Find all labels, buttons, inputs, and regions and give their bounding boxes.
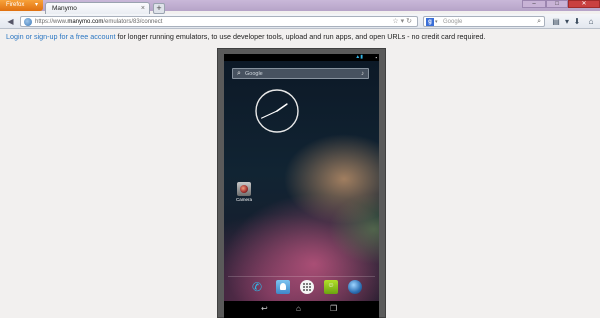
camera-app-label: Camera <box>235 197 252 202</box>
url-domain: manymo.com <box>67 19 104 25</box>
app-dock: ✆ ☺ <box>224 280 379 296</box>
people-icon[interactable] <box>276 280 290 294</box>
analog-clock-widget[interactable] <box>254 88 300 134</box>
search-magnifier-icon[interactable]: ⌕ <box>537 17 541 27</box>
all-apps-icon[interactable] <box>300 280 314 294</box>
home-icon[interactable]: ⌂ <box>296 304 301 314</box>
menu-caret-icon: ▾ <box>34 2 38 8</box>
close-window-button[interactable]: ✕ <box>568 0 600 8</box>
maximize-button[interactable]: □ <box>546 0 568 8</box>
notice-text: for longer running emulators, to use dev… <box>115 32 486 41</box>
url-prefix: https://www. <box>35 19 68 25</box>
firefox-menu-button[interactable]: Firefox ▾ <box>0 0 43 11</box>
browser-icon[interactable] <box>348 280 362 294</box>
emulator-screen[interactable]: ▲▮ ▪ ⌕ Google ♪ Camera ✆ ☺ ↩ ⌂ ❐ <box>224 54 379 318</box>
search-icon: ⌕ <box>237 70 241 77</box>
back-icon[interactable]: ↩ <box>261 304 268 314</box>
clock-minute-hand <box>261 110 278 119</box>
recent-apps-icon[interactable]: ❐ <box>330 304 337 314</box>
google-search-widget[interactable]: ⌕ Google ♪ <box>232 68 369 79</box>
camera-app-shortcut[interactable]: Camera <box>234 182 254 203</box>
downloads-icon[interactable]: ⬇ <box>571 16 583 27</box>
google-search-label: Google <box>245 71 263 77</box>
search-engine-icon[interactable]: g <box>426 18 434 26</box>
android-navigation-bar: ↩ ⌂ ❐ <box>224 301 379 318</box>
phone-icon[interactable]: ✆ <box>250 280 264 294</box>
microphone-icon[interactable]: ♪ <box>361 69 364 79</box>
bookmark-star-icon[interactable]: ☆ <box>392 18 400 25</box>
search-engine-dropdown-icon[interactable]: ▾ <box>435 17 438 27</box>
back-button[interactable]: ◀ <box>5 16 16 27</box>
new-tab-button[interactable]: + <box>153 3 165 14</box>
messaging-icon[interactable]: ☺ <box>324 280 338 294</box>
site-identity-icon[interactable] <box>24 18 32 26</box>
search-input[interactable]: Google <box>443 17 462 27</box>
android-status-bar: ▲▮ ▪ <box>224 54 379 61</box>
reload-icon[interactable]: ↻ <box>406 18 414 25</box>
clock-hour-hand <box>276 103 288 112</box>
status-time: ▪ <box>375 55 377 60</box>
home-button-icon[interactable]: ⌂ <box>585 16 597 27</box>
address-bar[interactable]: https://www.manymo.com/emulators/83/conn… <box>20 16 418 27</box>
navigation-toolbar: ◀ https://www.manymo.com/emulators/83/co… <box>0 14 600 29</box>
camera-icon <box>237 182 251 196</box>
search-bar[interactable]: g ▾ Google ⌕ <box>423 16 545 27</box>
url-text: https://www.manymo.com/emulators/83/conn… <box>35 17 162 27</box>
dock-divider <box>228 276 375 277</box>
emulator-device-frame: ▲▮ ▪ ⌕ Google ♪ Camera ✆ ☺ ↩ ⌂ ❐ <box>217 48 386 318</box>
url-path: /emulators/83/connect <box>103 19 163 25</box>
tab-title: Manymo <box>52 5 77 12</box>
minimize-button[interactable]: – <box>522 0 546 8</box>
signup-notice: Login or sign-up for a free account for … <box>6 32 485 41</box>
signal-icon: ▲▮ <box>355 54 363 60</box>
signup-link[interactable]: Login or sign-up for a free account <box>6 32 115 41</box>
url-actions: ☆▾↻ <box>392 17 414 27</box>
firefox-menu-label: Firefox <box>6 2 25 8</box>
